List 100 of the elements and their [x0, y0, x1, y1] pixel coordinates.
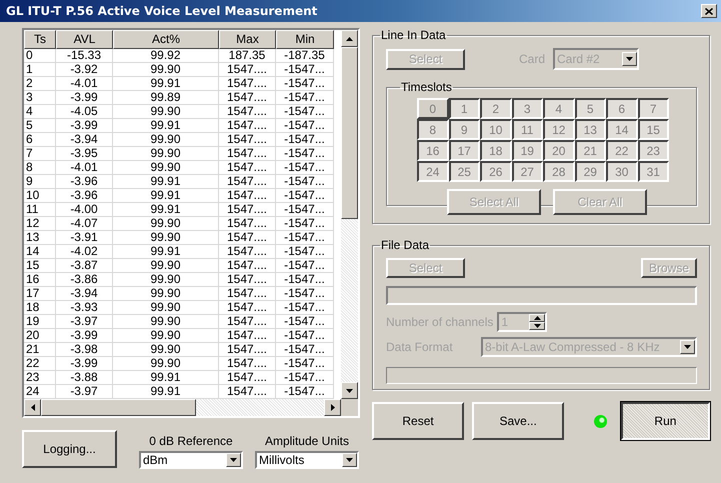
table-cell: 1547.... — [219, 315, 276, 329]
table-cell: 7 — [24, 147, 56, 161]
table-cell: 9 — [24, 175, 56, 189]
table-cell: -3.99 — [56, 329, 113, 343]
table-cell: 99.90 — [113, 217, 219, 231]
table-cell: -1547... — [276, 91, 334, 105]
table-cell: 1547.... — [219, 175, 276, 189]
table-cell: -1547... — [276, 245, 334, 259]
group-title: File Data — [381, 238, 430, 252]
table-cell: 12 — [24, 217, 56, 231]
table-cell: -1547... — [276, 343, 334, 357]
column-header[interactable]: Ts — [24, 30, 56, 49]
table-cell: 1547.... — [219, 245, 276, 259]
table-cell: -3.99 — [56, 119, 113, 133]
reset-button[interactable]: Reset — [372, 402, 464, 440]
arrow-icon — [330, 404, 334, 411]
table-cell: 1547.... — [219, 343, 276, 357]
table-cell: -1547... — [276, 133, 334, 147]
table-cell: 99.90 — [113, 273, 219, 287]
table-cell: 1547.... — [219, 77, 276, 91]
save-button[interactable]: Save... — [472, 402, 564, 440]
table-cell: -1547... — [276, 371, 334, 385]
scroll-up-button[interactable] — [341, 30, 358, 47]
file-path-field[interactable] — [386, 286, 697, 305]
table-cell: 1547.... — [219, 63, 276, 77]
window-title: GL ITU-T P.56 Active Voice Level Measurement — [6, 4, 318, 18]
table-cell: 1547.... — [219, 161, 276, 175]
table-cell: 99.90 — [113, 343, 219, 357]
logging-button[interactable]: Logging... — [22, 430, 117, 468]
table-cell: -1547... — [276, 357, 334, 371]
table-cell: 1547.... — [219, 357, 276, 371]
table-cell: -1547... — [276, 161, 334, 175]
table-cell: 2 — [24, 77, 56, 91]
dropdown-button[interactable] — [226, 453, 241, 467]
table-cell: -3.87 — [56, 259, 113, 273]
table-cell: -1547... — [276, 315, 334, 329]
table-cell: 187.35 — [219, 49, 276, 63]
table-cell: 13 — [24, 231, 56, 245]
table-cell: 8 — [24, 161, 56, 175]
table-cell: -3.94 — [56, 287, 113, 301]
scroll-thumb[interactable] — [41, 399, 196, 416]
reference-dropdown[interactable]: dBm — [139, 451, 243, 469]
column-header[interactable]: Act% — [113, 30, 219, 49]
table-cell: 1547.... — [219, 119, 276, 133]
table-cell: 99.91 — [113, 175, 219, 189]
table-cell: -1547... — [276, 203, 334, 217]
field-label: 0 dB Reference — [149, 434, 233, 448]
table-cell: 1547.... — [219, 301, 276, 315]
table-cell: 0 — [24, 49, 56, 63]
table-cell: 1547.... — [219, 329, 276, 343]
caret-icon — [230, 458, 237, 462]
column-header[interactable]: Min — [276, 30, 334, 49]
combo-value: dBm — [143, 453, 168, 467]
scroll-right-button[interactable] — [324, 399, 341, 416]
table-cell: 10 — [24, 189, 56, 203]
table-cell: -4.07 — [56, 217, 113, 231]
close-button[interactable] — [701, 4, 717, 18]
table-cell: 1547.... — [219, 231, 276, 245]
table-cell: -3.99 — [56, 91, 113, 105]
table-cell: -1547... — [276, 301, 334, 315]
table-cell: -1547... — [276, 147, 334, 161]
table-cell: 99.90 — [113, 231, 219, 245]
table-cell: 1547.... — [219, 147, 276, 161]
table-cell: 99.90 — [113, 301, 219, 315]
table-cell: 20 — [24, 329, 56, 343]
table-cell: 21 — [24, 343, 56, 357]
table-cell: -3.94 — [56, 133, 113, 147]
run-button[interactable]: Run — [620, 402, 710, 440]
table-cell: 99.90 — [113, 259, 219, 273]
table-cell: -15.33 — [56, 49, 113, 63]
table-cell: -4.01 — [56, 161, 113, 175]
dropdown-button[interactable] — [342, 453, 357, 467]
table-cell: 99.90 — [113, 329, 219, 343]
table-cell: 17 — [24, 287, 56, 301]
table-cell: 1 — [24, 63, 56, 77]
group-title: Line In Data — [381, 28, 446, 42]
table-cell: 1547.... — [219, 273, 276, 287]
table-cell: -4.00 — [56, 203, 113, 217]
scroll-left-button[interactable] — [24, 399, 41, 416]
scroll-thumb[interactable] — [341, 47, 358, 219]
column-header[interactable]: AVL — [56, 30, 113, 49]
scroll-down-button[interactable] — [341, 382, 358, 399]
table-cell: -3.96 — [56, 189, 113, 203]
units-dropdown[interactable]: Millivolts — [255, 451, 359, 469]
table-cell: -1547... — [276, 175, 334, 189]
table-cell: 1547.... — [219, 287, 276, 301]
column-header[interactable]: Max — [219, 30, 276, 49]
table-cell: 99.91 — [113, 77, 219, 91]
table-cell: 99.91 — [113, 371, 219, 385]
table-cell: 1547.... — [219, 133, 276, 147]
table-cell: -3.86 — [56, 273, 113, 287]
table-cell: -1547... — [276, 273, 334, 287]
horizontal-scrollbar[interactable] — [24, 399, 341, 416]
table-cell: 1547.... — [219, 91, 276, 105]
vertical-scrollbar[interactable] — [341, 30, 358, 399]
table-cell: -4.02 — [56, 245, 113, 259]
table-cell: 23 — [24, 371, 56, 385]
caret-icon — [346, 458, 353, 462]
table-cell: -1547... — [276, 329, 334, 343]
table-cell: 1547.... — [219, 217, 276, 231]
